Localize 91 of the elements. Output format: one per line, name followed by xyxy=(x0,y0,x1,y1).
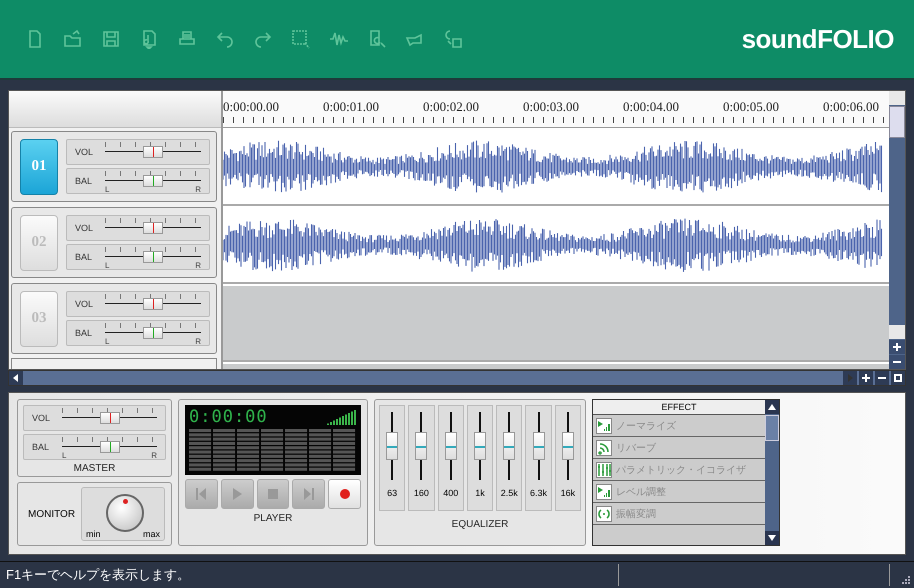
balance-slider[interactable]: L R xyxy=(105,247,201,267)
min-label: min xyxy=(86,529,101,539)
effect-item[interactable]: リバーブ xyxy=(593,437,765,459)
slider-thumb[interactable] xyxy=(143,251,163,263)
effect-list-header: EFFECT xyxy=(593,400,765,415)
slider-label: BAL xyxy=(75,176,94,186)
effect-item[interactable]: パラメトリック・イコライザ xyxy=(593,459,765,481)
effect-item[interactable]: ノーマライズ xyxy=(593,415,765,437)
time-label: 0:00:02.00 xyxy=(423,98,480,116)
slider-thumb[interactable] xyxy=(100,412,120,424)
slider-thumb[interactable] xyxy=(143,222,163,234)
reverb-effect-icon xyxy=(596,440,612,456)
eq-effect-icon xyxy=(596,462,612,478)
monitor-knob[interactable] xyxy=(106,494,144,532)
slider-thumb[interactable] xyxy=(474,432,486,460)
band-label: 1k xyxy=(475,488,485,498)
track-number-button[interactable]: 01 xyxy=(20,138,58,194)
signal-level-icon xyxy=(327,409,357,425)
balance-slider[interactable]: L R xyxy=(105,171,201,191)
vertical-scrollbar[interactable] xyxy=(889,91,905,369)
time-label: 0:00:06.00 xyxy=(823,98,880,116)
right-label: R xyxy=(195,185,201,194)
slider-thumb[interactable] xyxy=(143,146,163,158)
slider-label: VOL xyxy=(75,223,94,233)
zoom-out-icon[interactable] xyxy=(875,371,889,385)
dotted-selection-icon[interactable] xyxy=(290,28,312,50)
balance-slider[interactable]: L R xyxy=(62,437,157,457)
right-label: R xyxy=(195,337,201,346)
slider-thumb[interactable] xyxy=(143,175,163,187)
right-label: R xyxy=(195,261,201,270)
status-text: F1キーでヘルプを表示します。 xyxy=(5,566,192,584)
record-button[interactable] xyxy=(328,479,361,509)
effect-scrollbar[interactable] xyxy=(765,400,779,545)
left-label: L xyxy=(62,451,66,460)
slider-thumb[interactable] xyxy=(143,298,163,310)
slider-label: BAL xyxy=(32,442,50,452)
panel-title: PLAYER xyxy=(252,513,294,524)
slider-thumb[interactable] xyxy=(503,432,516,460)
slider-label: VOL xyxy=(75,147,94,157)
left-label: L xyxy=(105,261,110,270)
scroll-left-icon[interactable] xyxy=(9,371,23,385)
slider-label: VOL xyxy=(32,413,52,423)
scroll-thumb[interactable] xyxy=(889,106,905,138)
max-label: max xyxy=(142,529,160,539)
zoom-in-icon[interactable] xyxy=(859,371,873,385)
time-display: 0:00:00 xyxy=(189,408,268,426)
fit-icon[interactable] xyxy=(891,371,905,385)
modulation-effect-icon xyxy=(596,506,612,522)
band-label: 160 xyxy=(414,488,429,498)
band-label: 2.5k xyxy=(500,488,518,498)
play-button[interactable] xyxy=(220,479,254,509)
floppy-disk-icon[interactable] xyxy=(100,28,122,50)
scroll-thumb[interactable] xyxy=(765,415,779,441)
slider-thumb[interactable] xyxy=(143,327,163,339)
slider-thumb[interactable] xyxy=(386,432,398,460)
left-label: L xyxy=(105,185,110,194)
slider-thumb[interactable] xyxy=(415,432,428,460)
zoom-in-icon[interactable] xyxy=(889,340,905,354)
slider-label: BAL xyxy=(75,252,94,262)
band-label: 6.3k xyxy=(530,488,548,498)
panel-title: MASTER xyxy=(72,463,116,474)
prev-button[interactable] xyxy=(185,479,218,509)
balance-slider[interactable]: L R xyxy=(105,323,201,343)
effect-item[interactable]: レベル調整 xyxy=(593,481,765,503)
slider-label: BAL xyxy=(75,328,94,338)
stop-button[interactable] xyxy=(256,479,290,509)
right-label: R xyxy=(151,451,157,460)
panel-title: EQUALIZER xyxy=(450,519,510,530)
band-label: 16k xyxy=(560,488,576,498)
left-label: L xyxy=(105,337,110,346)
slider-thumb[interactable] xyxy=(100,441,120,453)
band-label: 400 xyxy=(443,488,458,498)
time-label: 0:00:05.00 xyxy=(723,98,780,116)
level-effect-icon xyxy=(596,418,612,434)
time-label: 0:00:00.00 xyxy=(223,98,280,116)
effect-item[interactable]: 振幅変調 xyxy=(593,503,765,525)
slider-thumb[interactable] xyxy=(444,432,457,460)
zoom-out-icon[interactable] xyxy=(889,355,905,369)
level-effect-icon xyxy=(596,484,612,500)
app-logo: soundFOLIO xyxy=(742,24,894,54)
slider-thumb[interactable] xyxy=(562,432,574,460)
time-label: 0:00:01.00 xyxy=(323,98,380,116)
band-label: 63 xyxy=(387,488,398,498)
folder-arrow-icon[interactable] xyxy=(62,28,84,50)
time-label: 0:00:04.00 xyxy=(623,98,680,116)
monitor-label: MONITOR xyxy=(28,508,76,520)
next-button[interactable] xyxy=(292,479,326,509)
slider-label: VOL xyxy=(75,299,94,309)
horizontal-scrollbar[interactable] xyxy=(8,370,906,386)
slider-thumb[interactable] xyxy=(532,432,545,460)
time-label: 0:00:03.00 xyxy=(523,98,580,116)
